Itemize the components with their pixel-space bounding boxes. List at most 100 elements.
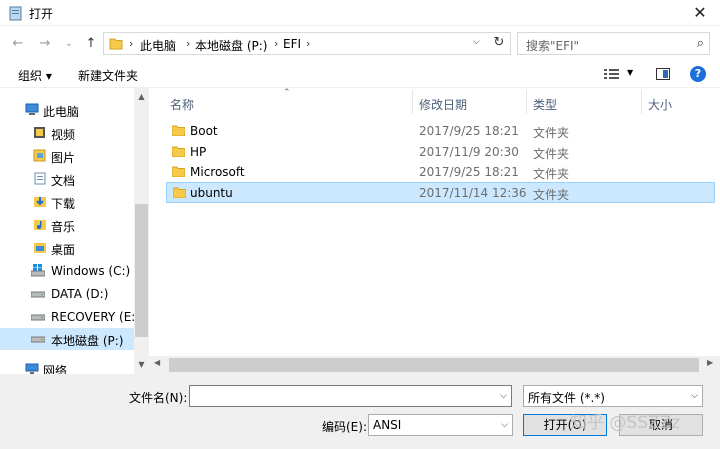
filename-input[interactable]: ⌵ xyxy=(189,385,512,407)
view-options-icon[interactable] xyxy=(604,68,620,80)
sidebar-scrollbar[interactable]: ▲ ▼ xyxy=(134,88,149,374)
column-divider[interactable] xyxy=(641,90,642,114)
file-row[interactable]: Boot 2017/9/25 18:21 文件夹 xyxy=(166,121,715,142)
scroll-left-icon[interactable]: ◀ xyxy=(154,358,160,367)
folder-icon xyxy=(173,187,186,198)
sidebar-item-label: 图片 xyxy=(51,151,76,165)
sidebar-item-label: 视频 xyxy=(51,128,76,142)
filetype-dropdown-icon[interactable]: ⌵ xyxy=(691,391,698,401)
breadcrumb-separator[interactable]: › xyxy=(306,37,310,50)
file-list: ⌃ 名称 修改日期 类型 大小 Boot 2017/9/25 18:21 文件夹… xyxy=(149,88,720,374)
folder-icon xyxy=(172,166,185,177)
search-placeholder: 搜索"EFI" xyxy=(526,39,580,53)
up-icon[interactable]: ↑ xyxy=(82,35,100,53)
sidebar-item-label: 音乐 xyxy=(51,220,76,234)
filename-label: 文件名(N): xyxy=(129,391,188,405)
sidebar-item-label: 网络 xyxy=(43,364,68,374)
filename-dropdown-icon[interactable]: ⌵ xyxy=(500,391,507,401)
sidebar-item-data-d[interactable]: DATA (D:) xyxy=(0,283,134,305)
sidebar-item-network[interactable]: 网络 xyxy=(0,358,134,374)
address-dropdown-icon[interactable]: ⌵ xyxy=(473,37,480,47)
download-folder-icon xyxy=(34,197,46,207)
windows-drive-icon xyxy=(31,264,45,277)
column-header-modified[interactable]: 修改日期 xyxy=(419,96,467,113)
encoding-value: ANSI xyxy=(373,418,402,432)
sidebar-item-pictures[interactable]: 图片 xyxy=(0,145,134,167)
breadcrumb-local-disk-p[interactable]: 本地磁盘 (P:) xyxy=(195,37,267,54)
encoding-dropdown-icon[interactable]: ⌵ xyxy=(501,420,508,430)
sidebar-item-label: 文档 xyxy=(51,174,76,188)
breadcrumb-separator[interactable]: › xyxy=(274,37,278,50)
scroll-right-icon[interactable]: ▶ xyxy=(707,358,713,367)
column-divider[interactable] xyxy=(526,90,527,114)
help-icon[interactable]: ? xyxy=(690,66,706,82)
scroll-down-icon[interactable]: ▼ xyxy=(134,358,149,372)
preview-pane-icon[interactable] xyxy=(656,68,670,80)
sidebar-item-this-pc[interactable]: 此电脑 xyxy=(0,99,134,121)
folder-icon xyxy=(109,38,123,50)
sidebar-item-local-disk-p[interactable]: 本地磁盘 (P:) xyxy=(0,328,134,350)
sidebar-item-music[interactable]: 音乐 xyxy=(0,214,134,236)
sidebar-item-desktop[interactable]: 桌面 xyxy=(0,237,134,259)
sidebar-item-videos[interactable]: 视频 xyxy=(0,122,134,144)
file-name: ubuntu xyxy=(190,186,233,200)
desktop-folder-icon xyxy=(34,243,46,253)
close-button[interactable]: ✕ xyxy=(680,0,720,26)
file-type: 文件夹 xyxy=(533,147,570,161)
sidebar-item-label: 桌面 xyxy=(51,243,76,257)
sidebar-item-downloads[interactable]: 下载 xyxy=(0,191,134,213)
drive-icon xyxy=(31,336,45,343)
address-bar[interactable]: › 此电脑 › 本地磁盘 (P:) › EFI › ⌵ ↻ xyxy=(103,32,511,55)
view-dropdown-icon[interactable]: ▼ xyxy=(627,68,633,77)
sidebar-item-documents[interactable]: 文档 xyxy=(0,168,134,190)
new-folder-button[interactable]: 新建文件夹 xyxy=(78,67,138,84)
back-icon[interactable]: ← xyxy=(9,35,27,53)
breadcrumb-efi[interactable]: EFI xyxy=(283,37,301,51)
drive-icon xyxy=(31,314,45,321)
sort-ascending-icon: ⌃ xyxy=(283,88,291,98)
documents-folder-icon xyxy=(34,172,46,185)
music-folder-icon xyxy=(34,220,46,230)
column-header-type[interactable]: 类型 xyxy=(533,96,557,113)
sidebar-item-label: DATA (D:) xyxy=(51,287,109,301)
recent-locations-icon[interactable]: ⌄ xyxy=(60,35,78,53)
column-header-name[interactable]: 名称 xyxy=(170,96,194,113)
breadcrumb-this-pc[interactable]: 此电脑 xyxy=(140,37,176,54)
sidebar-item-label: 此电脑 xyxy=(43,105,80,119)
file-modified: 2017/9/25 18:21 xyxy=(419,124,519,138)
forward-icon[interactable]: → xyxy=(36,35,54,53)
scrollbar-thumb[interactable] xyxy=(169,358,699,372)
filetype-select[interactable]: 所有文件 (*.*) ⌵ xyxy=(523,385,703,407)
navigation-pane: 此电脑 视频 图片 文档 下载 音乐 桌面 Windows (C:) DATA … xyxy=(0,88,149,374)
window-title: 打开 xyxy=(29,7,54,21)
file-list-horizontal-scrollbar[interactable]: ◀ ▶ xyxy=(149,356,720,374)
file-row[interactable]: HP 2017/11/9 20:30 文件夹 xyxy=(166,142,715,163)
document-icon xyxy=(9,6,22,21)
encoding-select[interactable]: ANSI ⌵ xyxy=(368,414,513,436)
sidebar-item-label: RECOVERY (E:) xyxy=(51,310,141,324)
folder-icon xyxy=(172,125,185,136)
sidebar-item-recovery-e[interactable]: RECOVERY (E:) xyxy=(0,306,140,328)
computer-icon xyxy=(25,103,39,115)
file-type: 文件夹 xyxy=(533,188,570,202)
file-name: HP xyxy=(190,145,207,159)
sidebar-item-label: 下载 xyxy=(51,197,76,211)
file-type: 文件夹 xyxy=(533,126,570,140)
search-input[interactable]: 搜索"EFI" ⌕ xyxy=(517,32,710,55)
column-headers: ⌃ 名称 修改日期 类型 大小 xyxy=(149,88,720,114)
folder-icon xyxy=(172,146,185,157)
search-icon[interactable]: ⌕ xyxy=(697,36,704,51)
organize-button[interactable]: 组织 ▾ xyxy=(18,67,52,84)
column-header-size[interactable]: 大小 xyxy=(648,96,672,113)
column-divider[interactable] xyxy=(412,90,413,114)
drive-icon xyxy=(31,291,45,298)
file-row[interactable]: Microsoft 2017/9/25 18:21 文件夹 xyxy=(166,162,715,183)
scroll-up-icon[interactable]: ▲ xyxy=(134,90,149,104)
refresh-icon[interactable]: ↻ xyxy=(490,35,508,52)
breadcrumb-separator[interactable]: › xyxy=(129,37,133,50)
sidebar-item-windows-c[interactable]: Windows (C:) xyxy=(0,260,134,282)
breadcrumb-separator[interactable]: › xyxy=(186,37,190,50)
filetype-value: 所有文件 (*.*) xyxy=(528,391,605,405)
scrollbar-thumb[interactable] xyxy=(135,204,148,337)
file-row-selected[interactable]: ubuntu 2017/11/14 12:36 文件夹 xyxy=(166,182,715,203)
